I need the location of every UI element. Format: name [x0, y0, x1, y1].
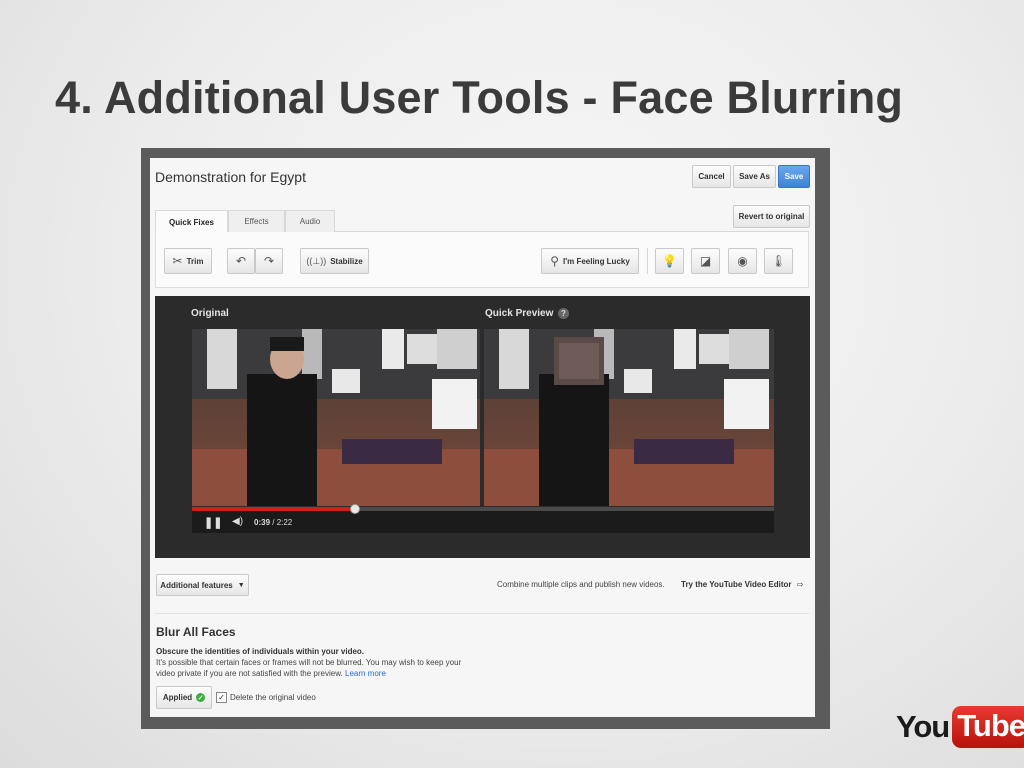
video-title: Demonstration for Egypt: [155, 169, 306, 185]
rotate-left-icon: ↶: [235, 254, 247, 268]
protest-scene-image: [192, 329, 480, 506]
delete-original-checkbox[interactable]: ✓: [216, 692, 227, 703]
trim-label: Trim: [186, 256, 204, 266]
youtube-logo: You Tube: [896, 706, 1024, 748]
stabilize-button[interactable]: ((⊥)) Stabilize: [300, 248, 369, 274]
arrow-right-icon: ⇨: [796, 580, 804, 589]
blur-subheading: Obscure the identities of individuals wi…: [156, 647, 365, 656]
rotate-left-button[interactable]: ↶: [227, 248, 255, 274]
youtube-logo-you: You: [896, 709, 950, 744]
applied-button[interactable]: Applied ✓: [156, 686, 212, 709]
saturation-button[interactable]: ◉: [728, 248, 757, 274]
blur-description-line1: It's possible that certain faces or fram…: [156, 658, 462, 667]
total-time: 2:22: [276, 518, 293, 527]
chevron-down-icon: ▼: [237, 581, 245, 589]
delete-original-option[interactable]: ✓ Delete the original video: [216, 692, 316, 703]
learn-more-link[interactable]: Learn more: [345, 669, 386, 678]
additional-features-label: Additional features: [160, 580, 233, 590]
help-icon[interactable]: ?: [558, 308, 569, 319]
original-label: Original: [191, 308, 229, 319]
slide-title: 4. Additional User Tools - Face Blurring: [55, 72, 904, 123]
video-editor: Demonstration for Egypt Cancel Save As S…: [150, 158, 815, 717]
contrast-button[interactable]: ◪: [691, 248, 720, 274]
volume-icon[interactable]: ◀): [232, 516, 243, 527]
revert-to-original-button[interactable]: Revert to original: [733, 205, 810, 228]
fill-light-button[interactable]: 💡: [655, 248, 684, 274]
quick-preview-label: Quick Preview: [485, 308, 554, 319]
saturation-icon: ◉: [737, 254, 748, 268]
lightbulb-icon: 💡: [662, 254, 677, 268]
current-time: 0:39: [254, 518, 271, 527]
applied-label: Applied: [162, 693, 193, 702]
quick-preview-video-frame[interactable]: [484, 329, 774, 506]
toolbar-separator: [647, 248, 648, 274]
save-as-button[interactable]: Save As: [733, 165, 776, 188]
blur-description-line2: video private if you are not satisfied w…: [156, 669, 386, 678]
tab-effects[interactable]: Effects: [228, 210, 285, 232]
pause-button[interactable]: ❚❚: [204, 516, 222, 529]
save-button[interactable]: Save: [778, 165, 810, 188]
magic-wand-icon: ⚲: [550, 254, 559, 268]
feeling-lucky-button[interactable]: ⚲ I'm Feeling Lucky: [541, 248, 639, 274]
time-separator: /: [270, 518, 277, 527]
tab-audio[interactable]: Audio: [285, 210, 335, 232]
protest-scene-blurred-image: [484, 329, 774, 506]
color-temperature-button[interactable]: 🌡: [764, 248, 793, 274]
section-divider: [155, 613, 809, 614]
thermometer-icon: 🌡: [770, 254, 787, 268]
rotate-right-button[interactable]: ↷: [255, 248, 283, 274]
blur-heading: Blur All Faces: [156, 625, 236, 639]
additional-features-dropdown[interactable]: Additional features ▼: [156, 574, 249, 596]
scissors-icon: ✂: [172, 254, 183, 268]
original-video-frame[interactable]: [192, 329, 480, 506]
time-display: 0:39 / 2:22: [254, 518, 292, 527]
cancel-button[interactable]: Cancel: [692, 165, 731, 188]
delete-original-label: Delete the original video: [230, 693, 316, 702]
stabilize-icon: ((⊥)): [306, 255, 327, 266]
progress-fill: [192, 507, 355, 511]
video-editor-link[interactable]: Try the YouTube Video Editor ⇨: [681, 580, 803, 589]
trim-button[interactable]: ✂ Trim: [164, 248, 212, 274]
progress-scrubber[interactable]: [349, 504, 360, 514]
rotate-right-icon: ↷: [263, 254, 275, 268]
tab-quick-fixes[interactable]: Quick Fixes: [155, 210, 228, 233]
video-editor-link-label: Try the YouTube Video Editor: [681, 580, 792, 589]
check-circle-icon: ✓: [196, 693, 206, 702]
contrast-icon: ◪: [699, 254, 712, 268]
feeling-lucky-label: I'm Feeling Lucky: [562, 256, 630, 266]
stabilize-label: Stabilize: [330, 256, 363, 266]
blur-description-line2-text: video private if you are not satisfied w…: [156, 669, 345, 678]
youtube-logo-tube: Tube: [952, 706, 1024, 748]
combine-clips-text: Combine multiple clips and publish new v…: [497, 580, 665, 589]
